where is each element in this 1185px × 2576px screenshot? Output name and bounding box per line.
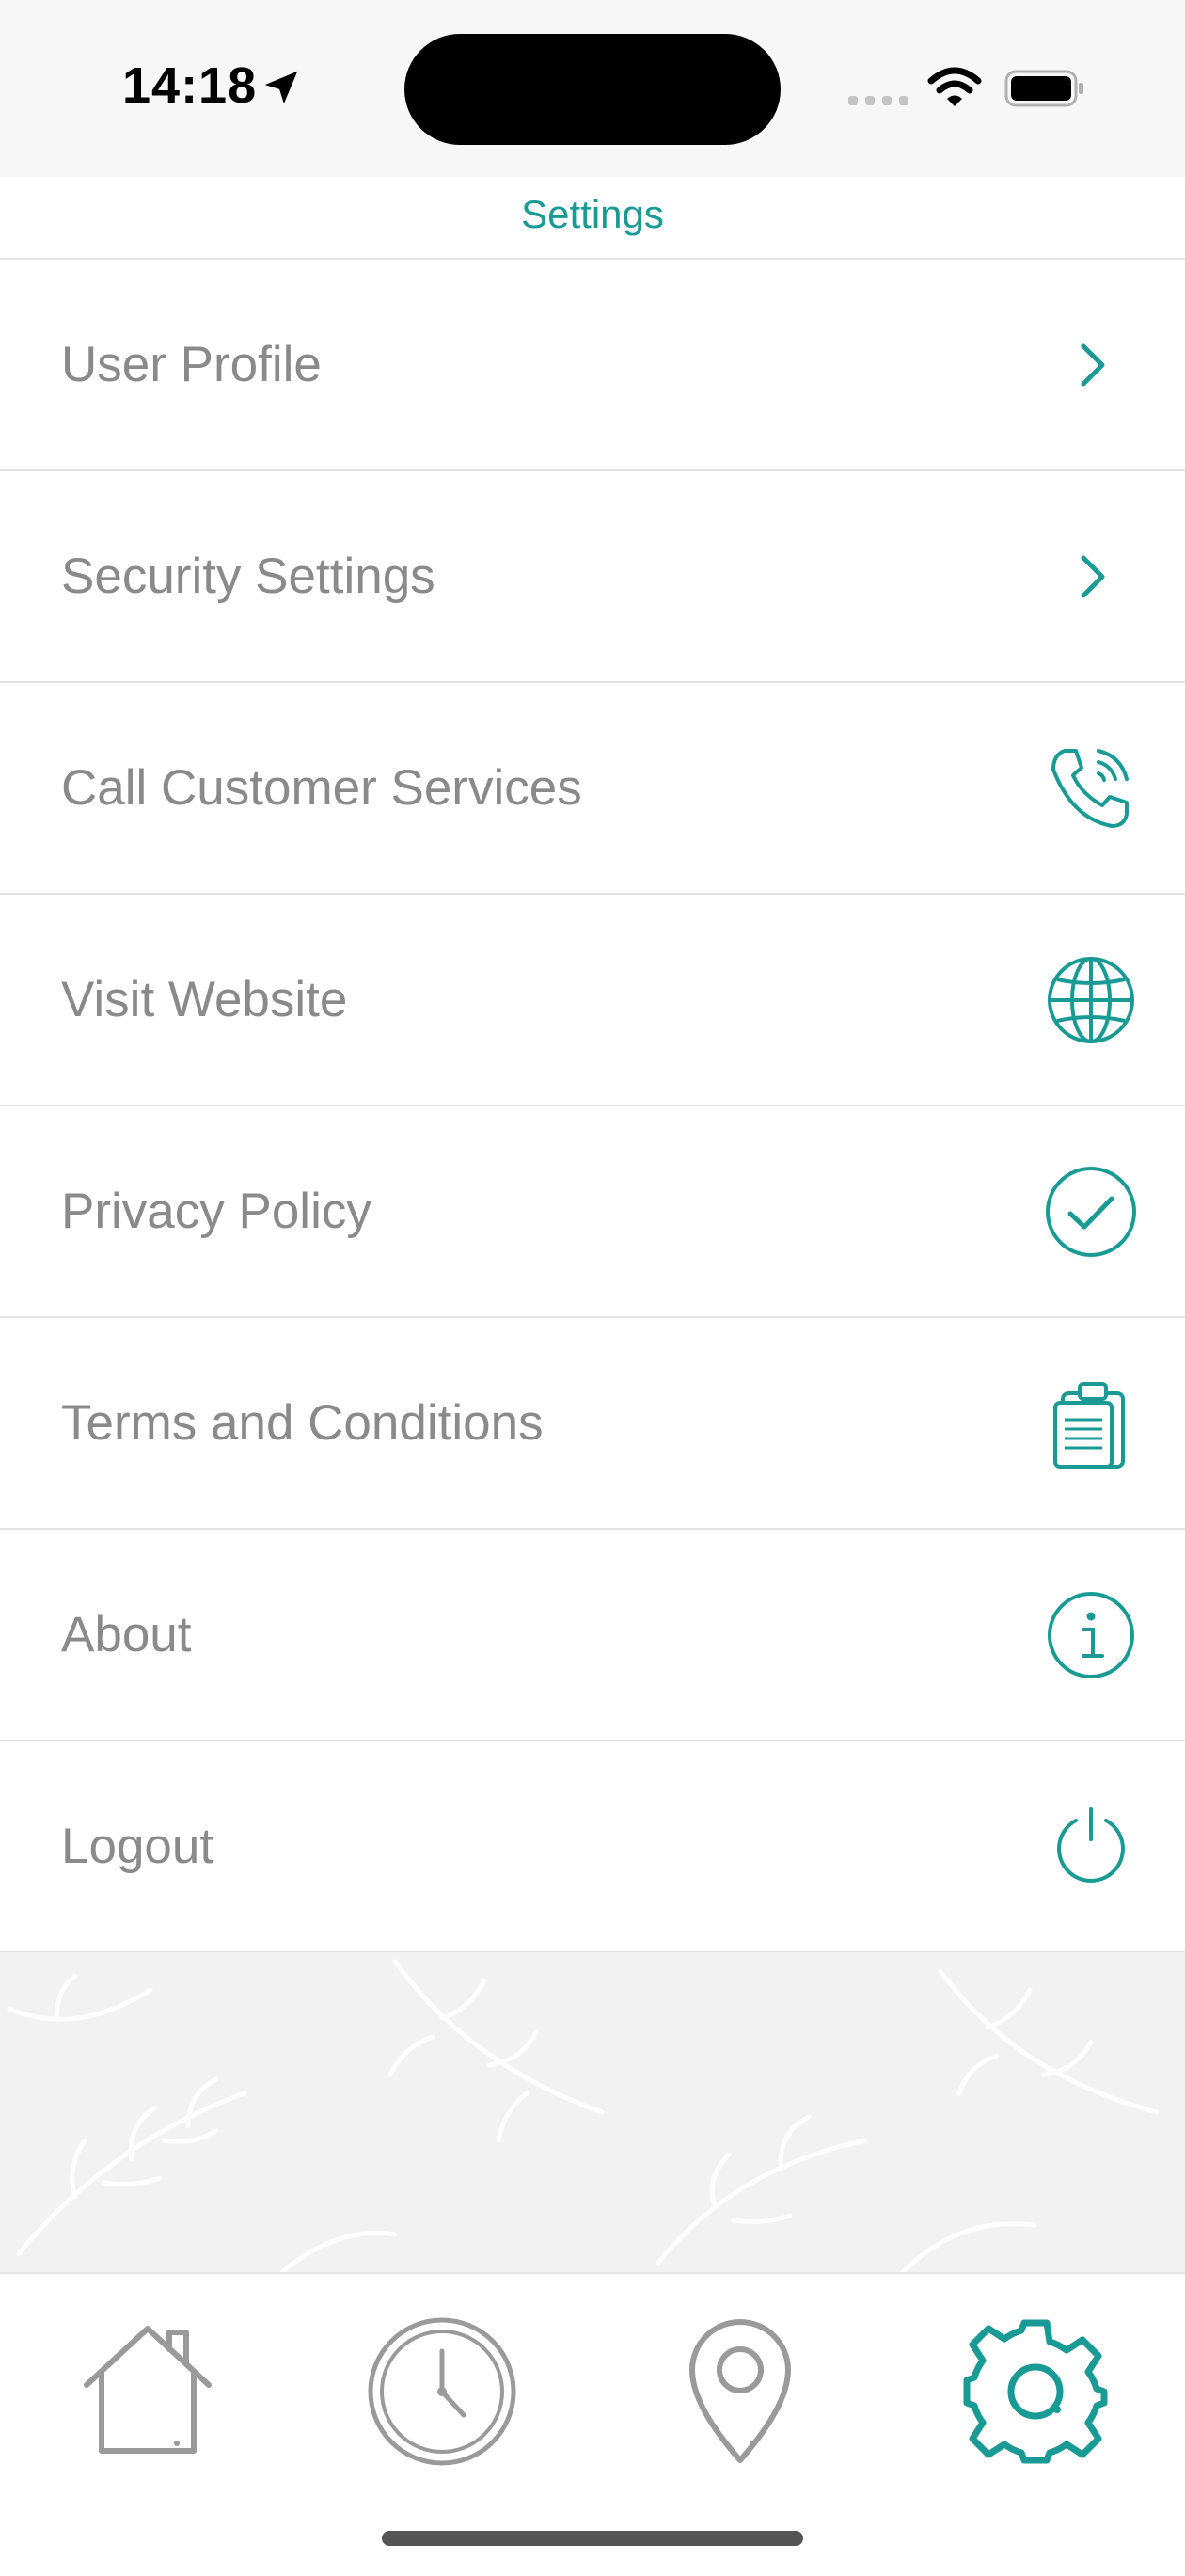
- settings-item-visit-website[interactable]: Visit Website: [0, 895, 1185, 1106]
- settings-item-label: Security Settings: [61, 549, 435, 604]
- battery-icon: [1004, 70, 1085, 107]
- settings-item-privacy-policy[interactable]: Privacy Policy: [0, 1106, 1185, 1318]
- settings-item-terms-and-conditions[interactable]: Terms and Conditions: [0, 1318, 1185, 1530]
- chevron-right-icon: [1044, 318, 1138, 412]
- settings-item-security-settings[interactable]: Security Settings: [0, 471, 1185, 683]
- page-title: Settings: [521, 192, 664, 236]
- settings-item-label: Visit Website: [61, 972, 348, 1027]
- location-arrow-icon: [260, 66, 303, 109]
- settings-item-logout[interactable]: Logout: [0, 1741, 1185, 1953]
- settings-item-label: Terms and Conditions: [61, 1395, 544, 1451]
- info-icon: [1044, 1588, 1138, 1682]
- location-pin-icon: [689, 2319, 791, 2463]
- status-bar: 14:18: [0, 0, 1185, 177]
- settings-item-label: About: [61, 1607, 192, 1662]
- nav-header: Settings: [0, 177, 1185, 260]
- home-indicator[interactable]: [382, 2531, 803, 2546]
- phone-icon: [1044, 741, 1138, 835]
- settings-item-label: User Profile: [61, 337, 322, 392]
- power-icon: [1044, 1800, 1138, 1894]
- wifi-icon: [927, 66, 982, 109]
- settings-item-user-profile[interactable]: User Profile: [0, 260, 1185, 471]
- chevron-right-icon: [1044, 530, 1138, 624]
- tab-locations[interactable]: [660, 2312, 820, 2472]
- cellular-signal-icon: [848, 94, 908, 107]
- settings-item-label: Logout: [61, 1819, 214, 1874]
- settings-item-about[interactable]: About: [0, 1530, 1185, 1741]
- settings-item-label: Privacy Policy: [61, 1184, 371, 1239]
- gear-icon: [963, 2319, 1108, 2464]
- tab-home[interactable]: [68, 2312, 228, 2472]
- tab-history[interactable]: [362, 2312, 522, 2472]
- dynamic-island: [404, 34, 781, 145]
- check-circle-icon: [1044, 1165, 1138, 1259]
- home-icon: [84, 2326, 212, 2454]
- settings-item-call-customer-services[interactable]: Call Customer Services: [0, 683, 1185, 895]
- status-time: 14:18: [122, 57, 258, 114]
- clock-icon: [368, 2317, 516, 2466]
- tab-settings[interactable]: [956, 2312, 1115, 2472]
- settings-list: User Profile Security Settings Call Cust…: [0, 260, 1185, 1953]
- settings-item-label: Call Customer Services: [61, 760, 582, 816]
- clipboard-icon: [1044, 1376, 1138, 1471]
- decorative-pattern: [0, 1952, 1185, 2272]
- globe-icon: [1044, 953, 1138, 1047]
